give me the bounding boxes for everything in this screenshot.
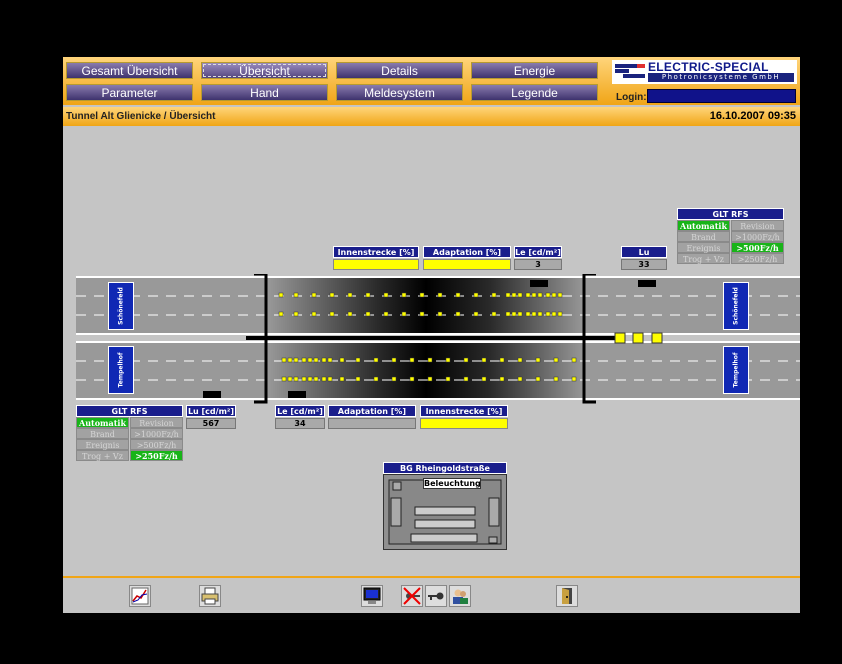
bottom-toolbar <box>63 576 800 613</box>
bg-panel-title: BG Rheingoldstraße <box>383 462 507 474</box>
menu-parameter[interactable]: Parameter <box>66 84 193 101</box>
key-icon[interactable] <box>425 585 447 607</box>
menu-legende[interactable]: Legende <box>471 84 598 101</box>
upper-adaptation-value <box>423 259 511 270</box>
menu-uebersicht[interactable]: Übersicht <box>201 62 328 79</box>
upper-innenstrecke-label: Innenstrecke [%] <box>333 246 419 258</box>
upper-le-value: 3 <box>514 259 562 270</box>
lower-adaptation-value <box>328 418 416 429</box>
breadcrumb: Tunnel Alt Glienicke / Übersicht <box>66 111 216 122</box>
glt-cell[interactable]: >500Fz/h <box>731 242 784 253</box>
exit-door-icon[interactable] <box>556 585 578 607</box>
glt-cell[interactable]: Trog + Vz <box>677 253 730 264</box>
glt-cell[interactable]: Revision <box>731 220 784 231</box>
breadcrumb-bar: Tunnel Alt Glienicke / Übersicht 16.10.2… <box>63 107 800 126</box>
menu-details[interactable]: Details <box>336 62 463 79</box>
tunnel-road-diagram <box>76 274 800 404</box>
upper-le-label: Le [cd/m²] <box>514 246 562 258</box>
menu-meldesystem[interactable]: Meldesystem <box>336 84 463 101</box>
glt-cell[interactable]: Revision <box>130 417 183 428</box>
top-menu-bar: Gesamt Übersicht Übersicht Details Energ… <box>63 57 800 105</box>
glt-title: GLT RFS <box>76 405 183 417</box>
upper-lu-label: Lu [cd/m²] <box>621 246 667 269</box>
glt-cell[interactable]: >250Fz/h <box>130 450 183 461</box>
lower-innenstrecke-label: Innenstrecke [%] <box>420 405 508 417</box>
logo-mark-icon <box>615 64 645 78</box>
monitor-icon[interactable] <box>361 585 383 607</box>
glt-cell[interactable]: Brand <box>677 231 730 242</box>
lower-le-label: Le [cd/m²] <box>275 405 325 417</box>
glt-cell[interactable]: >1000Fz/h <box>130 428 183 439</box>
glt-cell[interactable]: Automatik <box>76 417 129 428</box>
login-field[interactable] <box>647 89 796 103</box>
glt-title: GLT RFS <box>677 208 784 220</box>
beleuchtung-button[interactable]: Beleuchtung <box>423 478 481 489</box>
lower-adaptation-label: Adaptation [%] <box>328 405 416 417</box>
users-icon[interactable] <box>449 585 471 607</box>
lower-lu-value: 567 <box>186 418 236 429</box>
lower-le-value: 34 <box>275 418 325 429</box>
sign-tempelhof-left: Tempelhof <box>108 346 134 394</box>
company-logo: ELECTRIC-SPECIAL Photronicsysteme GmbH <box>612 60 797 84</box>
upper-lu-value: 33 <box>621 259 667 270</box>
chart-icon[interactable] <box>129 585 151 607</box>
glt-cell[interactable]: Ereignis <box>76 439 129 450</box>
glt-cell[interactable]: Trog + Vz <box>76 450 129 461</box>
glt-cell[interactable]: Automatik <box>677 220 730 231</box>
printer-icon[interactable] <box>199 585 221 607</box>
menu-gesamt-uebersicht[interactable]: Gesamt Übersicht <box>66 62 193 79</box>
menu-hand[interactable]: Hand <box>201 84 328 101</box>
sign-tempelhof-right: Tempelhof <box>723 346 749 394</box>
sign-schoenefeld-right: Schönefeld <box>723 282 749 330</box>
brand-subtitle: Photronicsysteme GmbH <box>648 73 794 82</box>
upper-innenstrecke-value <box>333 259 419 270</box>
scada-screen: Gesamt Übersicht Übersicht Details Energ… <box>63 57 800 613</box>
glt-cell[interactable]: >1000Fz/h <box>731 231 784 242</box>
no-key-icon[interactable] <box>401 585 423 607</box>
bg-rheingoldstrasse-panel[interactable]: BG Rheingoldstraße Beleuchtung <box>383 462 507 550</box>
glt-cell[interactable]: Ereignis <box>677 242 730 253</box>
glt-cell[interactable]: >500Fz/h <box>130 439 183 450</box>
brand-name: ELECTRIC-SPECIAL <box>648 60 769 74</box>
menu-energie[interactable]: Energie <box>471 62 598 79</box>
login-label: Login: <box>616 92 647 103</box>
lower-lu-label: Lu [cd/m²] <box>186 405 236 417</box>
sign-schoenefeld-left: Schönefeld <box>108 282 134 330</box>
glt-cell[interactable]: >250Fz/h <box>731 253 784 264</box>
datetime: 16.10.2007 09:35 <box>709 110 796 122</box>
lower-innenstrecke-value <box>420 418 508 429</box>
glt-cell[interactable]: Brand <box>76 428 129 439</box>
upper-adaptation-label: Adaptation [%] <box>423 246 511 258</box>
